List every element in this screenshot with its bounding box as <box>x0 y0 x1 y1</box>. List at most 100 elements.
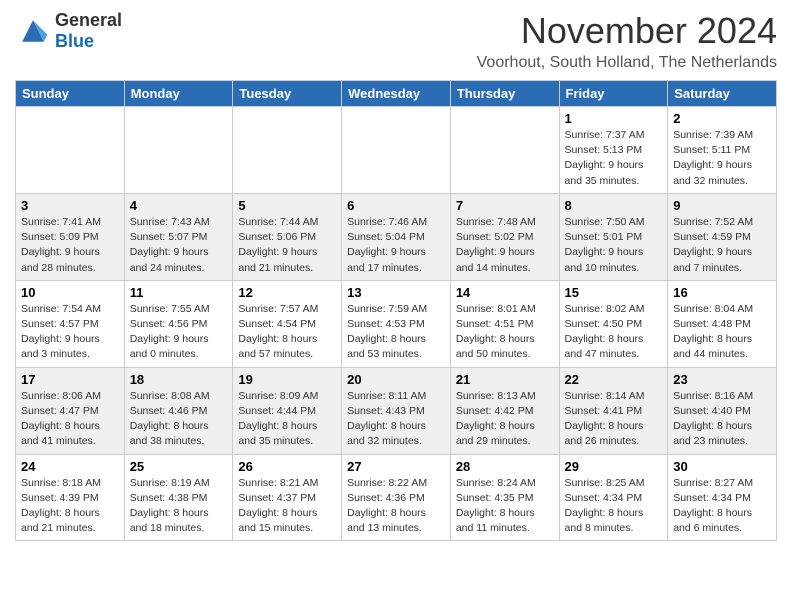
logo-text: General Blue <box>55 10 122 52</box>
day-detail: Sunrise: 8:11 AM Sunset: 4:43 PM Dayligh… <box>347 389 445 450</box>
day-number: 10 <box>21 285 119 300</box>
day-detail: Sunrise: 8:01 AM Sunset: 4:51 PM Dayligh… <box>456 302 554 363</box>
day-detail: Sunrise: 8:14 AM Sunset: 4:41 PM Dayligh… <box>565 389 663 450</box>
week-row-2: 3 Sunrise: 7:41 AM Sunset: 5:09 PM Daylig… <box>16 193 777 280</box>
col-header-monday: Monday <box>124 81 233 107</box>
day-detail: Sunrise: 8:13 AM Sunset: 4:42 PM Dayligh… <box>456 389 554 450</box>
day-number: 7 <box>456 198 554 213</box>
day-number: 12 <box>238 285 336 300</box>
day-number: 30 <box>673 459 771 474</box>
day-number: 14 <box>456 285 554 300</box>
week-row-3: 10Sunrise: 7:54 AM Sunset: 4:57 PM Dayli… <box>16 280 777 367</box>
day-detail: Sunrise: 7:50 AM Sunset: 5:01 PM Dayligh… <box>565 215 663 276</box>
day-number: 23 <box>673 372 771 387</box>
week-row-4: 17 Sunrise: 8:06 AM Sunset: 4:47 PM Dayli… <box>16 367 777 454</box>
day-cell: 2Sunrise: 7:39 AM Sunset: 5:11 PM Daylig… <box>668 107 777 194</box>
col-header-friday: Friday <box>559 81 668 107</box>
day-number: 18 <box>130 372 228 387</box>
day-cell: 5Sunrise: 7:44 AM Sunset: 5:06 PM Daylig… <box>233 193 342 280</box>
col-header-tuesday: Tuesday <box>233 81 342 107</box>
day-detail: Sunrise: 8:27 AM Sunset: 4:34 PM Dayligh… <box>673 476 771 537</box>
day-number: 16 <box>673 285 771 300</box>
day-number: 1 <box>565 111 663 126</box>
day-cell: 8 Sunrise: 7:50 AM Sunset: 5:01 PM Daylig… <box>559 193 668 280</box>
day-cell: 22 Sunrise: 8:14 AM Sunset: 4:41 PM Dayli… <box>559 367 668 454</box>
day-cell: 3 Sunrise: 7:41 AM Sunset: 5:09 PM Daylig… <box>16 193 125 280</box>
day-number: 26 <box>238 459 336 474</box>
day-number: 4 <box>130 198 228 213</box>
page-container: General Blue November 2024 Voorhout, Sou… <box>0 0 792 551</box>
day-cell: 16 Sunrise: 8:04 AM Sunset: 4:48 PM Dayli… <box>668 280 777 367</box>
day-cell: 21 Sunrise: 8:13 AM Sunset: 4:42 PM Dayli… <box>450 367 559 454</box>
day-cell <box>16 107 125 194</box>
week-row-5: 24 Sunrise: 8:18 AM Sunset: 4:39 PM Dayli… <box>16 454 777 541</box>
col-header-wednesday: Wednesday <box>342 81 451 107</box>
location-text: Voorhout, South Holland, The Netherlands <box>477 54 777 72</box>
day-detail: Sunrise: 8:21 AM Sunset: 4:37 PM Dayligh… <box>238 476 336 537</box>
day-cell: 12 Sunrise: 7:57 AM Sunset: 4:54 PM Dayli… <box>233 280 342 367</box>
day-detail: Sunrise: 8:25 AM Sunset: 4:34 PM Dayligh… <box>565 476 663 537</box>
title-area: November 2024 Voorhout, South Holland, T… <box>477 10 777 72</box>
day-detail: Sunrise: 8:04 AM Sunset: 4:48 PM Dayligh… <box>673 302 771 363</box>
logo-icon <box>15 13 51 49</box>
day-cell: 10Sunrise: 7:54 AM Sunset: 4:57 PM Dayli… <box>16 280 125 367</box>
day-cell: 4 Sunrise: 7:43 AM Sunset: 5:07 PM Daylig… <box>124 193 233 280</box>
day-detail: Sunrise: 7:39 AM Sunset: 5:11 PM Dayligh… <box>673 128 771 189</box>
calendar-table: SundayMondayTuesdayWednesdayThursdayFrid… <box>15 80 777 541</box>
day-cell: 14 Sunrise: 8:01 AM Sunset: 4:51 PM Dayli… <box>450 280 559 367</box>
day-detail: Sunrise: 7:48 AM Sunset: 5:02 PM Dayligh… <box>456 215 554 276</box>
day-detail: Sunrise: 7:46 AM Sunset: 5:04 PM Dayligh… <box>347 215 445 276</box>
day-number: 11 <box>130 285 228 300</box>
day-number: 20 <box>347 372 445 387</box>
day-detail: Sunrise: 8:24 AM Sunset: 4:35 PM Dayligh… <box>456 476 554 537</box>
logo: General Blue <box>15 10 122 52</box>
day-number: 13 <box>347 285 445 300</box>
day-number: 29 <box>565 459 663 474</box>
day-cell: 20 Sunrise: 8:11 AM Sunset: 4:43 PM Dayli… <box>342 367 451 454</box>
day-number: 8 <box>565 198 663 213</box>
day-detail: Sunrise: 7:59 AM Sunset: 4:53 PM Dayligh… <box>347 302 445 363</box>
day-number: 25 <box>130 459 228 474</box>
day-cell <box>233 107 342 194</box>
day-detail: Sunrise: 8:02 AM Sunset: 4:50 PM Dayligh… <box>565 302 663 363</box>
day-number: 21 <box>456 372 554 387</box>
day-cell: 23 Sunrise: 8:16 AM Sunset: 4:40 PM Dayli… <box>668 367 777 454</box>
day-detail: Sunrise: 7:43 AM Sunset: 5:07 PM Dayligh… <box>130 215 228 276</box>
day-cell: 30 Sunrise: 8:27 AM Sunset: 4:34 PM Dayli… <box>668 454 777 541</box>
day-detail: Sunrise: 7:41 AM Sunset: 5:09 PM Dayligh… <box>21 215 119 276</box>
day-number: 17 <box>21 372 119 387</box>
day-detail: Sunrise: 7:57 AM Sunset: 4:54 PM Dayligh… <box>238 302 336 363</box>
day-cell: 7 Sunrise: 7:48 AM Sunset: 5:02 PM Daylig… <box>450 193 559 280</box>
month-title: November 2024 <box>477 10 777 52</box>
day-detail: Sunrise: 8:09 AM Sunset: 4:44 PM Dayligh… <box>238 389 336 450</box>
day-detail: Sunrise: 7:37 AM Sunset: 5:13 PM Dayligh… <box>565 128 663 189</box>
col-header-saturday: Saturday <box>668 81 777 107</box>
col-header-thursday: Thursday <box>450 81 559 107</box>
logo-blue-text: Blue <box>55 31 122 52</box>
day-cell <box>124 107 233 194</box>
day-detail: Sunrise: 8:22 AM Sunset: 4:36 PM Dayligh… <box>347 476 445 537</box>
day-cell: 19 Sunrise: 8:09 AM Sunset: 4:44 PM Dayli… <box>233 367 342 454</box>
day-number: 28 <box>456 459 554 474</box>
day-number: 22 <box>565 372 663 387</box>
day-cell: 28 Sunrise: 8:24 AM Sunset: 4:35 PM Dayli… <box>450 454 559 541</box>
day-cell: 17 Sunrise: 8:06 AM Sunset: 4:47 PM Dayli… <box>16 367 125 454</box>
day-cell: 1 Sunrise: 7:37 AM Sunset: 5:13 PM Daylig… <box>559 107 668 194</box>
day-detail: Sunrise: 8:18 AM Sunset: 4:39 PM Dayligh… <box>21 476 119 537</box>
day-number: 9 <box>673 198 771 213</box>
day-cell: 24 Sunrise: 8:18 AM Sunset: 4:39 PM Dayli… <box>16 454 125 541</box>
day-detail: Sunrise: 8:16 AM Sunset: 4:40 PM Dayligh… <box>673 389 771 450</box>
day-cell: 26 Sunrise: 8:21 AM Sunset: 4:37 PM Dayli… <box>233 454 342 541</box>
day-number: 3 <box>21 198 119 213</box>
day-number: 19 <box>238 372 336 387</box>
day-cell: 13 Sunrise: 7:59 AM Sunset: 4:53 PM Dayli… <box>342 280 451 367</box>
day-cell: 6Sunrise: 7:46 AM Sunset: 5:04 PM Daylig… <box>342 193 451 280</box>
day-cell: 25Sunrise: 8:19 AM Sunset: 4:38 PM Dayli… <box>124 454 233 541</box>
day-detail: Sunrise: 8:06 AM Sunset: 4:47 PM Dayligh… <box>21 389 119 450</box>
day-cell <box>342 107 451 194</box>
day-number: 24 <box>21 459 119 474</box>
day-cell: 11Sunrise: 7:55 AM Sunset: 4:56 PM Dayli… <box>124 280 233 367</box>
day-cell: 27Sunrise: 8:22 AM Sunset: 4:36 PM Dayli… <box>342 454 451 541</box>
day-detail: Sunrise: 7:44 AM Sunset: 5:06 PM Dayligh… <box>238 215 336 276</box>
header: General Blue November 2024 Voorhout, Sou… <box>15 10 777 72</box>
